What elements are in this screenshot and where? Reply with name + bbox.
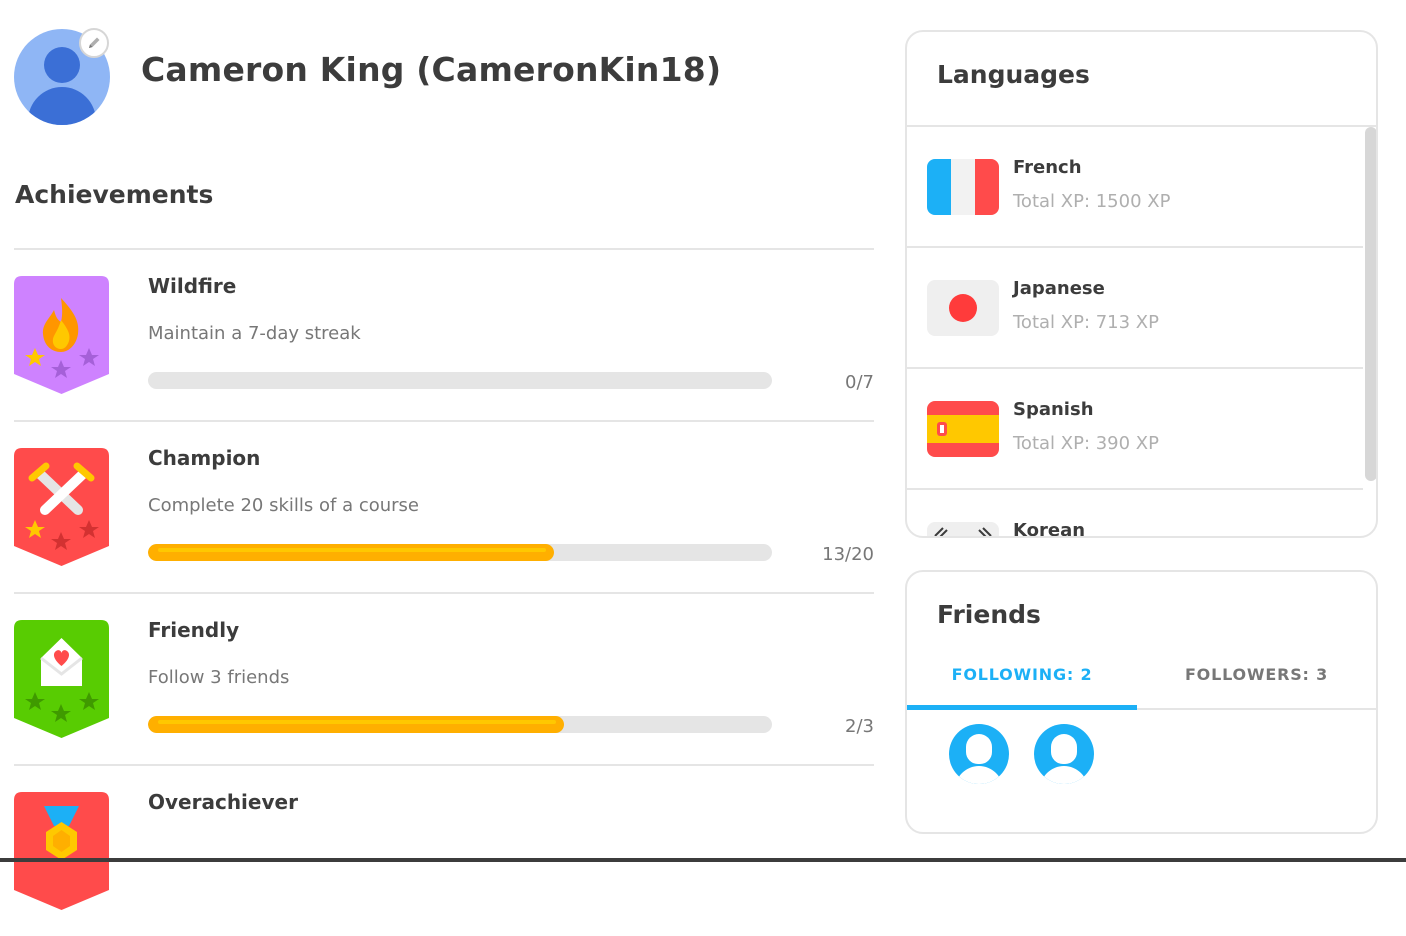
friends-card: Friends FOLLOWING: 2 FOLLOWERS: 3 [905, 570, 1378, 834]
avatar-head-shape [44, 47, 80, 83]
profile-name: Cameron King (CameronKin18) [141, 50, 722, 89]
language-xp: Total XP: 713 XP [1013, 312, 1159, 333]
language-item-french[interactable]: French Total XP: 1500 XP [907, 127, 1363, 248]
active-tab-indicator [907, 705, 1137, 710]
tab-following[interactable]: FOLLOWING: 2 [907, 665, 1137, 684]
achievement-count: 0/7 [845, 372, 874, 393]
achievement-title: Friendly [148, 618, 240, 642]
flag-korea-icon [927, 522, 999, 536]
pencil-icon [89, 37, 100, 48]
fire-icon [14, 276, 109, 394]
flag-spain-icon [927, 401, 999, 457]
swords-icon [14, 448, 109, 566]
flag-japan-icon [927, 280, 999, 336]
language-xp: Total XP: 1500 XP [1013, 191, 1171, 212]
edit-avatar-button[interactable] [79, 28, 109, 58]
avatar-head-shape [966, 734, 992, 764]
languages-card: Languages French Total XP: 1500 XP Japan… [905, 30, 1378, 538]
avatar-body-shape [1040, 766, 1088, 784]
language-name: Japanese [1013, 278, 1105, 299]
achievement-overachiever[interactable]: Overachiever [14, 764, 874, 936]
flag-france-icon [927, 159, 999, 215]
language-item-japanese[interactable]: Japanese Total XP: 713 XP [907, 248, 1363, 369]
language-item-spanish[interactable]: Spanish Total XP: 390 XP [907, 369, 1363, 490]
avatar-body-shape [955, 766, 1003, 784]
achievement-title: Champion [148, 446, 261, 470]
achievement-title: Overachiever [148, 790, 298, 814]
language-item-korean[interactable]: Korean [907, 490, 1363, 538]
achievements-title: Achievements [15, 180, 214, 209]
achievement-count: 13/20 [822, 544, 874, 565]
tab-followers[interactable]: FOLLOWERS: 3 [1137, 665, 1376, 684]
friends-title: Friends [937, 600, 1041, 629]
envelope-heart-icon [14, 620, 109, 738]
achievement-description: Maintain a 7-day streak [148, 323, 361, 344]
languages-scrollbar[interactable] [1365, 127, 1376, 481]
achievement-count: 2/3 [845, 716, 874, 737]
window-bottom-edge [0, 858, 1406, 862]
achievement-progress-bar [148, 716, 772, 733]
language-name: Spanish [1013, 399, 1094, 420]
achievement-description: Complete 20 skills of a course [148, 495, 419, 516]
achievement-progress-fill [148, 716, 565, 733]
languages-list: French Total XP: 1500 XP Japanese Total … [907, 127, 1363, 538]
language-name: French [1013, 157, 1082, 178]
achievement-progress-bar [148, 544, 772, 561]
achievement-friendly[interactable]: Friendly Follow 3 friends 2/3 [14, 592, 874, 764]
achievement-champion[interactable]: Champion Complete 20 skills of a course … [14, 420, 874, 592]
achievement-wildfire[interactable]: Wildfire Maintain a 7-day streak 0/7 [14, 248, 874, 420]
language-name: Korean [1013, 520, 1086, 538]
achievements-list: Wildfire Maintain a 7-day streak 0/7 Cha… [14, 248, 874, 936]
achievement-progress-fill [148, 544, 554, 561]
achievement-description: Follow 3 friends [148, 667, 290, 688]
languages-title: Languages [937, 60, 1090, 89]
friend-avatar[interactable] [1034, 724, 1094, 784]
language-xp: Total XP: 390 XP [1013, 433, 1159, 454]
medal-icon [14, 792, 109, 910]
avatar-body-shape [28, 87, 96, 125]
achievement-title: Wildfire [148, 274, 237, 298]
friend-avatar[interactable] [949, 724, 1009, 784]
avatar-head-shape [1051, 734, 1077, 764]
achievement-progress-bar [148, 372, 772, 389]
